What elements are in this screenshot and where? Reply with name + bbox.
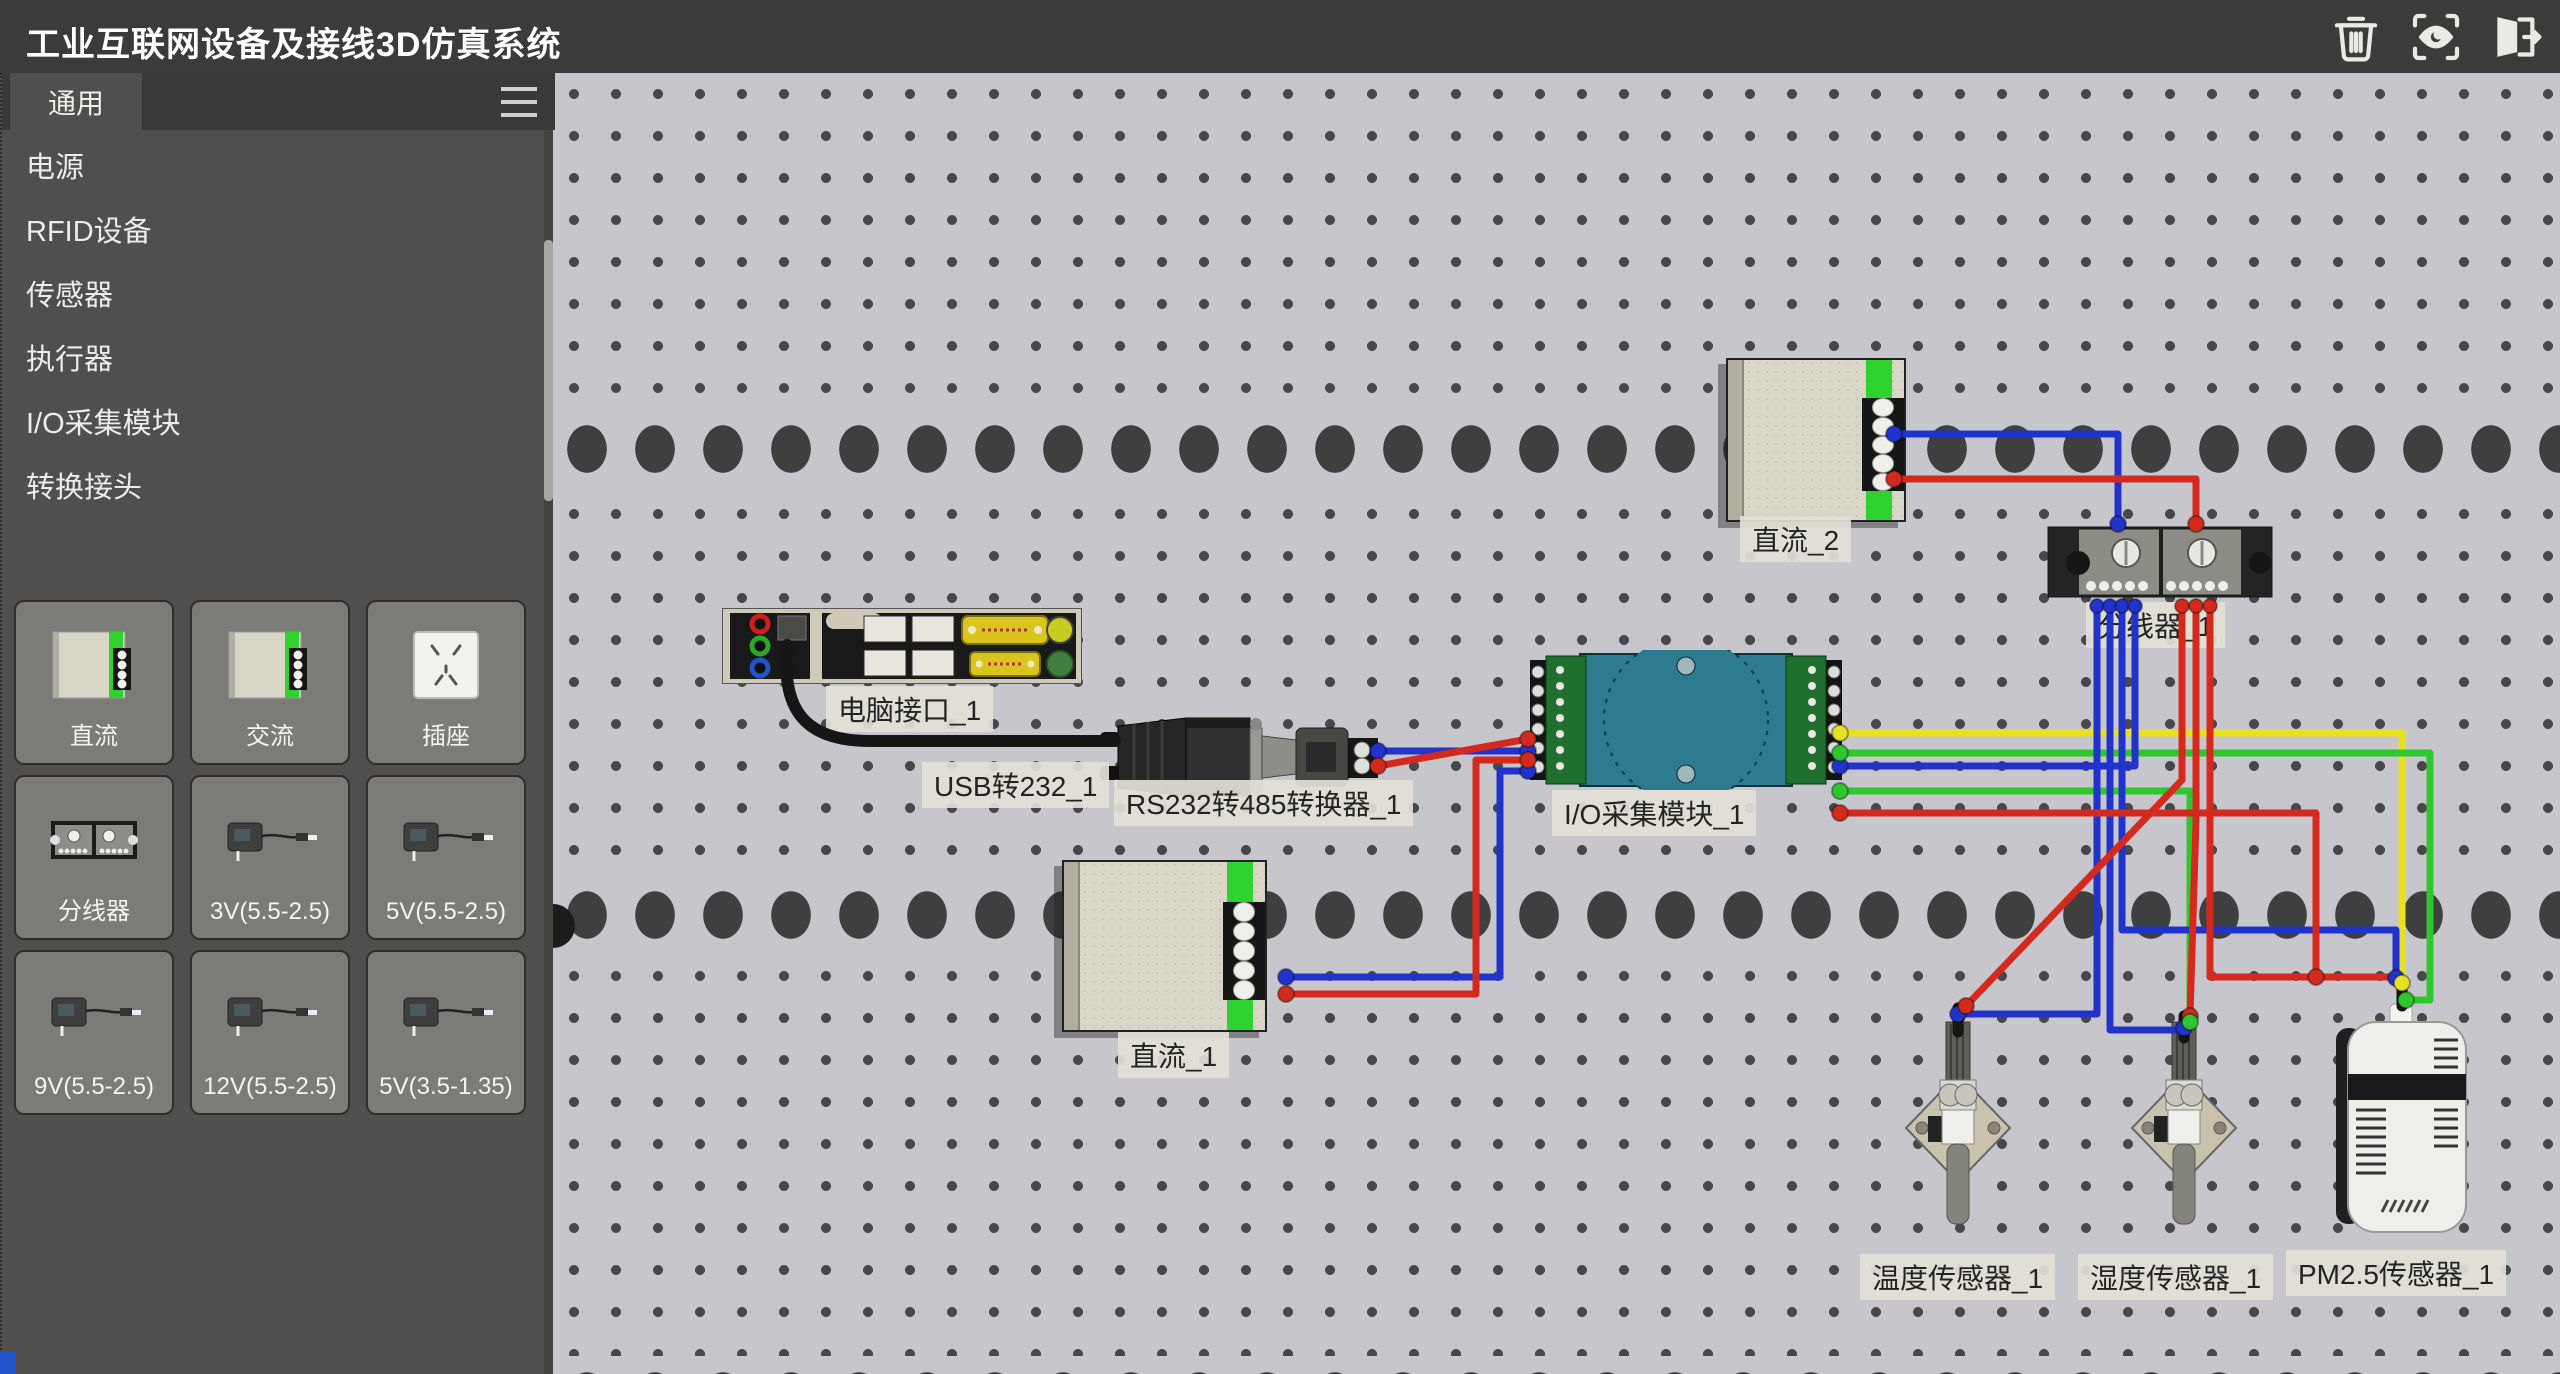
device-label: 分线器_1 <box>2086 602 2225 648</box>
component-card-0[interactable]: 直流 <box>14 600 174 765</box>
component-card-5[interactable]: 5V(5.5-2.5) <box>366 775 526 940</box>
device-label: 直流_2 <box>1740 516 1851 562</box>
device-label: 湿度传感器_1 <box>2078 1254 2273 1300</box>
scrollbar-thumb[interactable] <box>544 240 553 501</box>
device-label: 电脑接口_1 <box>826 686 993 732</box>
trash-icon[interactable] <box>2328 9 2384 65</box>
component-card-7[interactable]: 12V(5.5-2.5) <box>190 950 350 1115</box>
device-pm25-sensor[interactable] <box>2330 1000 2480 1250</box>
pegboard-band <box>553 883 2560 947</box>
component-card-1[interactable]: 交流 <box>190 600 350 765</box>
title-bar: 工业互联网设备及接线3D仿真系统 <box>0 0 2560 73</box>
device-dc-power-1[interactable] <box>1062 860 1267 1032</box>
device-temperature-sensor[interactable] <box>1898 1016 2018 1251</box>
component-card-8[interactable]: 5V(3.5-1.35) <box>366 950 526 1115</box>
sidebar-scrollbar[interactable] <box>544 130 553 1374</box>
exit-icon[interactable] <box>2488 9 2544 65</box>
category-menu: 电源 RFID设备 传感器 执行器 I/O采集模块 转换接头 <box>2 133 542 517</box>
device-label: 直流_1 <box>1118 1032 1229 1078</box>
sidebar-menu-item-1[interactable]: RFID设备 <box>2 197 542 261</box>
component-card-3[interactable]: 分线器 <box>14 775 174 940</box>
device-io-module[interactable] <box>1530 650 1842 790</box>
component-card-2[interactable]: 插座 <box>366 600 526 765</box>
component-card-6[interactable]: 9V(5.5-2.5) <box>14 950 174 1115</box>
device-label: RS232转485转换器_1 <box>1114 780 1413 826</box>
menu-icon[interactable] <box>501 87 537 117</box>
pegboard-band <box>553 417 2560 481</box>
sidebar-menu-item-0[interactable]: 电源 <box>2 133 542 197</box>
sidebar-menu-item-4[interactable]: I/O采集模块 <box>2 389 542 453</box>
device-humidity-sensor[interactable] <box>2124 1016 2244 1251</box>
sidebar-menu-item-3[interactable]: 执行器 <box>2 325 542 389</box>
device-label: USB转232_1 <box>922 762 1109 808</box>
device-label: PM2.5传感器_1 <box>2286 1250 2506 1296</box>
tab-general[interactable]: 通用 <box>10 73 142 130</box>
view-focus-icon[interactable] <box>2408 9 2464 65</box>
component-card-4[interactable]: 3V(5.5-2.5) <box>190 775 350 940</box>
device-dc-power-2[interactable] <box>1726 358 1906 522</box>
component-sidebar: 通用 电源 RFID设备 传感器 执行器 I/O采集模块 转换接头 直流 <box>0 73 553 1374</box>
app-title: 工业互联网设备及接线3D仿真系统 <box>26 17 561 66</box>
sidebar-tab-row: 通用 <box>2 73 555 130</box>
pegboard-band <box>553 1356 2560 1374</box>
device-label: I/O采集模块_1 <box>1552 790 1756 836</box>
device-label: 温度传感器_1 <box>1860 1254 2055 1300</box>
sidebar-menu-item-5[interactable]: 转换接头 <box>2 453 542 517</box>
sidebar-menu-item-2[interactable]: 传感器 <box>2 261 542 325</box>
device-pc-interface[interactable] <box>722 608 1082 684</box>
device-splitter[interactable] <box>2047 520 2273 604</box>
corner-marker <box>0 1352 16 1374</box>
